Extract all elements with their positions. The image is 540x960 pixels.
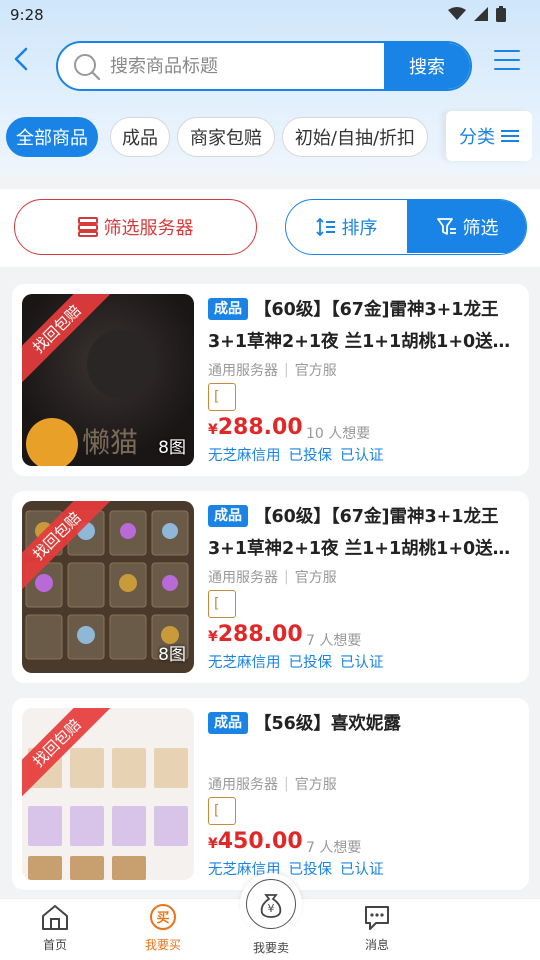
tab-buy-label: 我要买 <box>144 938 181 952</box>
server-name: 通用服务器 <box>208 363 278 379</box>
chip-finished[interactable]: 成品 <box>110 117 170 157</box>
home-icon <box>42 905 68 930</box>
chip-all-goods[interactable]: 全部商品 <box>6 117 98 157</box>
server-name: 通用服务器 <box>208 777 278 793</box>
message-icon <box>365 906 389 930</box>
funnel-icon <box>436 217 456 235</box>
listing-card[interactable]: 找回包赔 8图 【60级】【67金]雷神3+1龙王3+1草神2+1夜 兰1+1胡… <box>12 491 529 683</box>
channel-name: 官方服 <box>294 777 337 793</box>
want-count: 7 人想要 <box>306 840 362 856</box>
listing-price: ¥288.00 <box>208 622 303 647</box>
listing-price: ¥450.00 <box>208 829 303 854</box>
tab-messages-label: 消息 <box>364 938 389 952</box>
listing-badges: 无芝麻信用 已投保 已认证 <box>208 651 384 672</box>
want-count: 7 人想要 <box>306 633 362 649</box>
filter-bar: 筛选服务器 排序 筛选 <box>0 189 540 267</box>
category-button[interactable]: 分类 <box>446 111 532 161</box>
image-count: 8图 <box>158 645 186 665</box>
battery-icon <box>496 6 506 22</box>
badge-verified: 已认证 <box>340 655 384 671</box>
buy-icon-glyph: 买 <box>156 911 169 926</box>
badge-credit: 无芝麻信用 <box>208 448 281 464</box>
badge-insured: 已投保 <box>288 862 333 878</box>
listing-card[interactable]: 懒猫 找回包赔 8图 【60级】【67金]雷神3+1龙王3+1草神2+1夜 兰1… <box>12 284 529 476</box>
listing-image: 找回包赔 8图 <box>22 501 194 673</box>
listing-price: ¥288.00 <box>208 415 303 440</box>
status-icons <box>448 6 506 22</box>
bottom-tab-bar: 首页 买 我要买 ¥ 我要卖 消息 <box>0 873 540 960</box>
listing-server: 通用服务器 | 官方服 <box>208 776 337 793</box>
tab-sell-label: 我要卖 <box>252 941 289 955</box>
chip-merchant-compensation[interactable]: 商家包赔 <box>177 117 275 157</box>
listing-title: 【56级】喜欢妮露 <box>254 714 401 734</box>
server-name: 通用服务器 <box>208 570 278 586</box>
tab-messages[interactable]: 消息 <box>332 903 422 953</box>
search-bar: 搜索 <box>56 41 472 91</box>
filter-button[interactable]: 筛选 <box>407 200 526 253</box>
server-icon <box>77 217 98 237</box>
listing-watermark: 懒猫 <box>82 426 138 459</box>
badge-credit: 无芝麻信用 <box>208 655 281 671</box>
finished-tag: 成品 <box>208 505 248 527</box>
back-button[interactable] <box>8 44 36 74</box>
signal-icon <box>474 7 488 21</box>
search-button[interactable]: 搜索 <box>384 43 470 89</box>
attribute-tag: [ <box>208 797 236 825</box>
filter-server-button[interactable]: 筛选服务器 <box>14 199 257 255</box>
tab-buy[interactable]: 买 我要买 <box>118 903 208 953</box>
sort-button[interactable]: 排序 <box>286 200 407 253</box>
sell-icon-glyph: ¥ <box>268 902 275 915</box>
listing-badges: 无芝麻信用 已投保 已认证 <box>208 444 384 465</box>
attribute-tag: [ <box>208 590 236 618</box>
header: 9:28 搜索 全部商品 成品 商家包赔 初始/自抽/折扣 分类 <box>0 0 540 175</box>
want-count: 10 人想要 <box>306 426 371 442</box>
category-label: 分类 <box>459 127 495 148</box>
badge-verified: 已认证 <box>340 862 384 878</box>
filter-server-label: 筛选服务器 <box>103 218 194 239</box>
sell-icon: ¥ <box>246 879 296 929</box>
chip-initial-discount[interactable]: 初始/自抽/折扣 <box>282 117 428 157</box>
listing-image: 找回包赔 <box>22 708 194 880</box>
search-input[interactable] <box>110 43 380 89</box>
listing-title: 【60级】【67金]雷神3+1龙王3+1草神2+1夜 兰1+1胡桃1+0送… <box>208 300 511 352</box>
sell-button[interactable]: ¥ <box>240 873 302 935</box>
listing-image: 懒猫 找回包赔 8图 <box>22 294 194 466</box>
sort-label: 排序 <box>341 217 378 239</box>
status-bar: 9:28 <box>0 0 540 32</box>
search-icon <box>74 54 101 81</box>
channel-name: 官方服 <box>294 363 337 379</box>
tab-home-label: 首页 <box>42 938 67 952</box>
list-icon <box>501 130 519 142</box>
wifi-icon <box>448 7 466 20</box>
badge-verified: 已认证 <box>340 448 384 464</box>
money-bag-icon: ¥ <box>260 894 282 918</box>
status-time: 9:28 <box>10 6 44 24</box>
buy-icon: 买 <box>150 904 176 930</box>
tab-home[interactable]: 首页 <box>10 903 100 953</box>
listing-server: 通用服务器 | 官方服 <box>208 569 337 586</box>
listing-server: 通用服务器 | 官方服 <box>208 362 337 379</box>
finished-tag: 成品 <box>208 298 248 320</box>
listing-card[interactable]: 找回包赔 【56级】喜欢妮露 成品 通用服务器 | 官方服 [ ¥450.00 7… <box>12 698 529 890</box>
finished-tag: 成品 <box>208 712 248 734</box>
attribute-tag: [ <box>208 383 236 411</box>
badge-insured: 已投保 <box>288 448 333 464</box>
sort-icon <box>315 217 335 236</box>
tab-sell[interactable]: 我要卖 <box>226 937 316 956</box>
listing-title: 【60级】【67金]雷神3+1龙王3+1草神2+1夜 兰1+1胡桃1+0送… <box>208 507 511 559</box>
image-count: 8图 <box>158 438 186 458</box>
menu-icon[interactable] <box>494 50 520 72</box>
chevron-left-icon <box>14 47 28 71</box>
channel-name: 官方服 <box>294 570 337 586</box>
listing-badges: 无芝麻信用 已投保 已认证 <box>208 858 384 879</box>
sort-filter-group: 排序 筛选 <box>285 199 527 255</box>
badge-insured: 已投保 <box>288 655 333 671</box>
filter-label: 筛选 <box>462 217 499 239</box>
